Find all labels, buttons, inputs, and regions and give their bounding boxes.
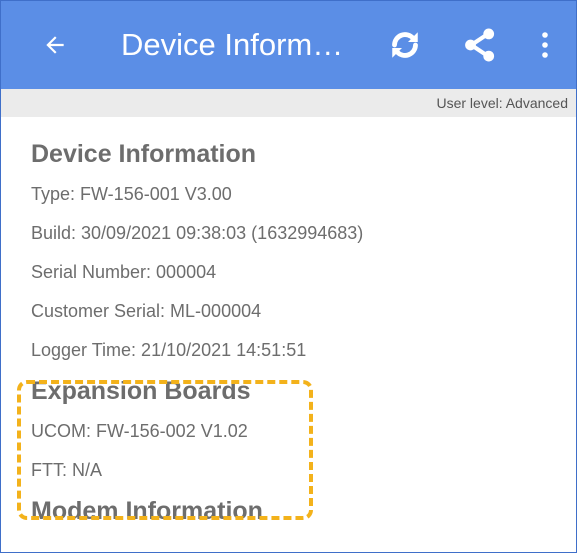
user-level-label: User level: Advanced (436, 95, 568, 111)
app-window: Device Inform… User level: Advanced Devi… (0, 0, 577, 553)
expansion-boards-heading: Expansion Boards (31, 377, 251, 405)
device-info-content: Device Information Type: FW-156-001 V3.0… (31, 133, 561, 532)
app-bar: Device Inform… (1, 1, 576, 89)
arrow-left-icon (46, 36, 64, 54)
device-information-heading: Device Information (31, 140, 257, 168)
page-title: Device Inform… (121, 27, 344, 62)
user-level-bar: User level: Advanced (1, 89, 576, 117)
refresh-icon (392, 32, 418, 58)
back-button[interactable] (31, 21, 79, 69)
type-row: Type: FW-156-001 V3.00 (31, 184, 232, 204)
share-icon (465, 28, 495, 62)
logger-time-row: Logger Time: 21/10/2021 14:51:51 (31, 340, 307, 360)
more-options-button[interactable] (525, 21, 565, 69)
modem-information-heading: Modem Information (31, 497, 263, 525)
ucom-row: UCOM: FW-156-002 V1.02 (31, 421, 248, 441)
share-button[interactable] (456, 21, 504, 69)
refresh-button[interactable] (381, 21, 429, 69)
serial-number-row: Serial Number: 000004 (31, 262, 217, 282)
build-row: Build: 30/09/2021 09:38:03 (1632994683) (31, 223, 364, 243)
customer-serial-row: Customer Serial: ML-000004 (31, 301, 262, 321)
more-vertical-icon (542, 32, 548, 58)
ftt-row: FTT: N/A (31, 460, 102, 480)
